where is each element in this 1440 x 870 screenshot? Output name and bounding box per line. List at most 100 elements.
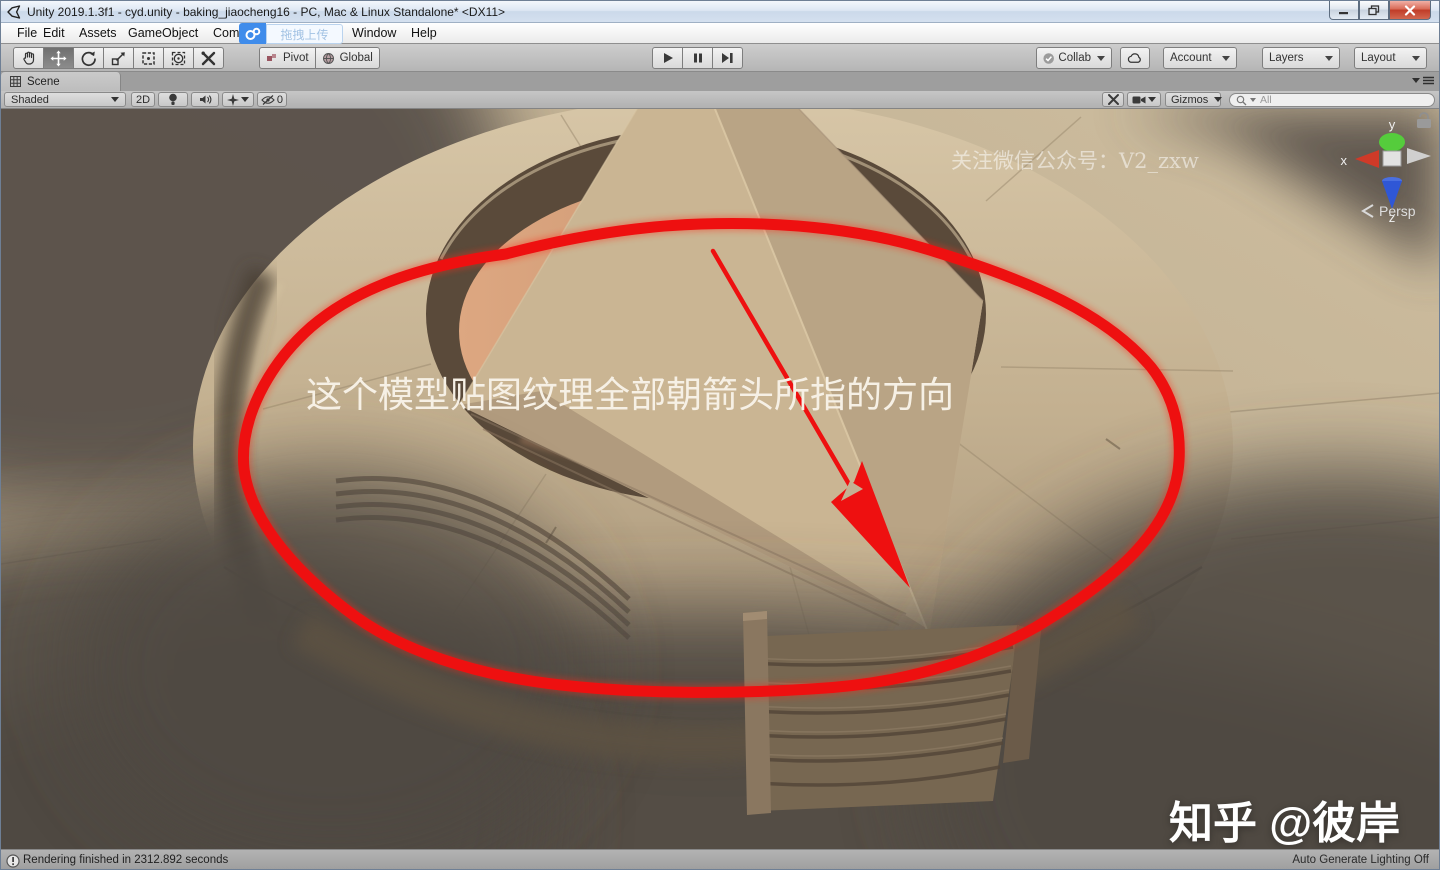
hand-tool-button[interactable] xyxy=(13,47,44,69)
pause-button[interactable] xyxy=(682,47,713,69)
restore-icon xyxy=(1368,4,1380,15)
wrench-icon xyxy=(1107,94,1119,105)
watermark-zhihu: 知乎 @彼岸 xyxy=(1169,799,1401,848)
play-button[interactable] xyxy=(652,47,683,69)
hamburger-icon xyxy=(1423,76,1434,85)
layers-dropdown[interactable]: Layers xyxy=(1262,47,1340,69)
scene-tab-label: Scene xyxy=(27,75,60,88)
unity-logo-icon xyxy=(7,5,21,19)
netdisk-upload-overlay[interactable]: 拖拽上传 xyxy=(239,23,343,44)
y-axis-cone-top xyxy=(1379,133,1405,151)
gizmos-label: Gizmos xyxy=(1171,93,1209,106)
scene-grid-icon xyxy=(10,76,21,87)
move-icon xyxy=(50,50,67,66)
scene-render: y x z Persp xyxy=(1,109,1439,849)
cloud-button[interactable] xyxy=(1120,47,1150,69)
scale-tool-button[interactable] xyxy=(103,47,134,69)
search-input[interactable] xyxy=(1260,94,1420,106)
layout-label: Layout xyxy=(1361,52,1396,64)
menu-window[interactable]: Window xyxy=(352,26,396,40)
account-dropdown[interactable]: Account xyxy=(1163,47,1237,69)
custom-tools-button[interactable] xyxy=(193,47,224,69)
gizmo-center-cube[interactable] xyxy=(1382,150,1402,167)
move-tool-button[interactable] xyxy=(43,47,74,69)
chevron-down-icon xyxy=(1222,55,1230,61)
2d-label: 2D xyxy=(135,93,151,106)
account-label: Account xyxy=(1170,52,1212,64)
scene-viewport[interactable]: y x z Persp 这个模型贴图纹理全部朝箭头所指的方向 关注微信公众号：V… xyxy=(1,109,1439,849)
chevron-down-icon xyxy=(1412,78,1420,83)
scene-camera-dropdown[interactable] xyxy=(1127,92,1161,107)
window-title: Unity 2019.1.3f1 - cyd.unity - baking_ji… xyxy=(27,5,506,19)
watermark-wechat: 关注微信公众号：V2_zxw xyxy=(951,149,1199,173)
scene-search-field[interactable] xyxy=(1229,93,1435,107)
pivot-icon xyxy=(267,54,276,61)
projection-label[interactable]: Persp xyxy=(1379,203,1416,219)
chevron-down-icon xyxy=(111,97,119,102)
close-icon xyxy=(1404,4,1416,16)
effects-star-icon xyxy=(227,93,239,106)
rotate-tool-button[interactable] xyxy=(73,47,104,69)
menu-edit[interactable]: Edit xyxy=(43,26,65,40)
hidden-objects-button[interactable]: 0 xyxy=(257,92,287,107)
axis-x-label: x xyxy=(1341,153,1348,168)
global-toggle-button[interactable]: Global xyxy=(314,47,380,69)
scene-audio-button[interactable] xyxy=(191,92,219,107)
status-bar: Rendering finished in 2312.892 seconds A… xyxy=(1,849,1439,869)
menu-file[interactable]: File xyxy=(17,26,37,40)
eye-slash-icon xyxy=(261,94,275,105)
menu-assets[interactable]: Assets xyxy=(79,26,117,40)
chevron-down-icon xyxy=(1250,98,1256,102)
shading-mode-label: Shaded xyxy=(11,93,49,106)
annotation-text: 这个模型贴图纹理全部朝箭头所指的方向 xyxy=(306,375,955,416)
scene-effects-dropdown[interactable] xyxy=(222,92,254,107)
axis-y-label: y xyxy=(1389,117,1396,132)
transform-tool-icon xyxy=(171,51,186,65)
scene-tools-button[interactable] xyxy=(1102,92,1124,107)
main-toolbar: Pivot Global Collab Account Layers Layou… xyxy=(1,44,1439,72)
restore-button[interactable] xyxy=(1359,1,1389,20)
speaker-icon xyxy=(199,95,211,104)
netdisk-loop-icon xyxy=(245,27,260,40)
chevron-down-icon xyxy=(1148,97,1156,102)
lightbulb-icon xyxy=(169,93,177,105)
gizmos-dropdown[interactable]: Gizmos xyxy=(1165,92,1223,107)
chevron-down-icon xyxy=(1412,55,1420,61)
tab-options-button[interactable] xyxy=(1412,76,1434,85)
transform-tool-button[interactable] xyxy=(163,47,194,69)
title-bar[interactable]: Unity 2019.1.3f1 - cyd.unity - baking_ji… xyxy=(1,1,1439,23)
cloud-icon xyxy=(1127,53,1141,63)
pivot-toggle-button[interactable]: Pivot xyxy=(259,47,316,69)
minimize-button[interactable] xyxy=(1329,1,1359,20)
netdisk-tooltip: 拖拽上传 xyxy=(266,24,343,44)
scene-lighting-button[interactable] xyxy=(158,92,188,107)
menu-help[interactable]: Help xyxy=(411,26,437,40)
rect-tool-button[interactable] xyxy=(133,47,164,69)
chevron-down-icon xyxy=(1325,55,1333,61)
info-icon xyxy=(6,854,20,868)
toggle-2d-button[interactable]: 2D xyxy=(131,92,155,107)
netdisk-icon xyxy=(239,23,266,44)
layout-dropdown[interactable]: Layout xyxy=(1354,47,1427,69)
menu-bar: File Edit Assets GameObject Component Wi… xyxy=(1,23,1439,44)
unity-window: Unity 2019.1.3f1 - cyd.unity - baking_ji… xyxy=(0,0,1440,870)
tab-bar: Scene xyxy=(1,72,1439,91)
scale-icon xyxy=(111,51,125,65)
menu-gameobject[interactable]: GameObject xyxy=(128,26,198,40)
close-button[interactable] xyxy=(1389,1,1431,20)
minimize-icon xyxy=(1339,11,1348,14)
wrench-icon xyxy=(201,51,216,65)
rect-tool-icon xyxy=(142,51,155,65)
step-button[interactable] xyxy=(712,47,743,69)
rotate-icon xyxy=(81,51,96,66)
pivot-label: Pivot xyxy=(283,52,309,64)
status-message[interactable]: Rendering finished in 2312.892 seconds xyxy=(23,854,228,866)
global-label: Global xyxy=(339,52,373,64)
tab-scene[interactable]: Scene xyxy=(1,72,121,91)
lighting-status[interactable]: Auto Generate Lighting Off xyxy=(1292,854,1429,866)
search-icon xyxy=(1236,95,1247,105)
play-icon xyxy=(663,53,673,63)
collab-dropdown[interactable]: Collab xyxy=(1036,47,1112,69)
pause-icon xyxy=(693,53,702,63)
shading-mode-dropdown[interactable]: Shaded xyxy=(4,92,126,107)
